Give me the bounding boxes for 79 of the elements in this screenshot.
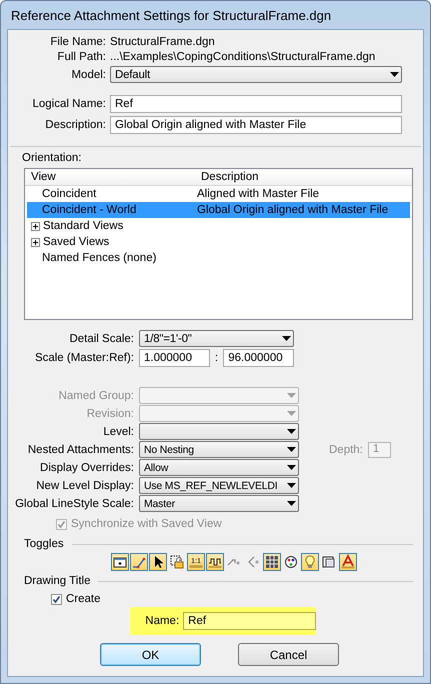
field-label: Description:	[44, 119, 106, 131]
list-row[interactable]: Named Fences (none)	[27, 250, 410, 266]
view-description: Global Origin aligned with Master File	[197, 204, 390, 216]
field-label: Nested Attachments:	[26, 444, 134, 456]
input-field[interactable]: Ref	[110, 95, 402, 113]
field-label: Scale (Master:Ref):	[34, 352, 134, 364]
section-label: Drawing Title	[24, 575, 90, 587]
grid-icon	[264, 554, 280, 570]
caret-icon	[287, 447, 296, 452]
setting-dropdown[interactable]	[139, 423, 299, 440]
scale-dropdown[interactable]: 1/8"=1'-0"	[139, 330, 294, 347]
checkbox[interactable]	[51, 594, 62, 604]
caret-icon	[390, 72, 399, 77]
caret-icon	[287, 483, 296, 488]
caret-icon	[287, 393, 296, 398]
field-value: StructuralFrame.dgn	[110, 36, 216, 48]
column-header[interactable]: Description	[195, 171, 412, 183]
checkbox-label: Synchronize with Saved View	[71, 518, 222, 530]
field-label: File Name:	[49, 36, 106, 48]
input-field[interactable]: 96.000000	[223, 349, 294, 367]
field-label: Full Path:	[56, 51, 106, 63]
view-name: Named Fences (none)	[41, 252, 158, 264]
model-dropdown[interactable]: Default	[110, 66, 402, 83]
toggle-button[interactable]	[339, 553, 357, 571]
setting-dropdown[interactable]: Allow	[139, 459, 299, 476]
field-label: Model:	[70, 68, 106, 80]
dialog-button[interactable]: Cancel	[238, 643, 339, 666]
input-field[interactable]: Global Origin aligned with Master File	[110, 116, 402, 134]
input-field[interactable]: 1.000000	[139, 349, 210, 367]
field-label: Depth:	[329, 444, 363, 456]
view-name: Coincident - World	[41, 204, 138, 216]
caret-icon	[287, 501, 296, 506]
field-label: Global LineStyle Scale:	[14, 498, 134, 510]
field-value: ...\Examples\CopingConditions\StructuralFrame.dgn	[110, 51, 376, 63]
palette-icon	[283, 554, 299, 570]
toggle-button[interactable]	[168, 553, 186, 571]
field-label: Revision:	[86, 408, 134, 420]
toggle-button[interactable]	[149, 553, 167, 571]
toggle-button[interactable]	[263, 553, 281, 571]
toggle-button[interactable]	[282, 553, 300, 571]
expand-icon[interactable]	[31, 238, 40, 246]
column-header[interactable]: View	[25, 171, 195, 183]
field-label: Detail Scale:	[68, 332, 134, 344]
ratio-separator: :	[214, 352, 220, 364]
section-label: Orientation:	[22, 152, 82, 164]
field-label: Level:	[102, 426, 134, 438]
setting-dropdown[interactable]: Master	[139, 495, 299, 512]
field-label: Name:	[144, 615, 180, 627]
toggle-button[interactable]	[206, 553, 224, 571]
field-label: Named Group:	[58, 390, 134, 402]
toggle-button[interactable]	[130, 553, 148, 571]
window-icon	[321, 554, 337, 570]
caret-icon	[287, 465, 296, 470]
input-field[interactable]: Ref	[183, 612, 316, 630]
expand-icon[interactable]	[31, 222, 40, 230]
caret-icon	[282, 336, 291, 341]
lock-icon	[169, 554, 185, 570]
field-label: Display Overrides:	[39, 462, 134, 474]
caret-icon	[287, 411, 296, 416]
list-row[interactable]: Saved Views	[27, 234, 410, 250]
list-row[interactable]: Standard Views	[27, 218, 410, 234]
view-name: Standard Views	[43, 220, 124, 232]
toggle-button[interactable]	[301, 553, 319, 571]
field-label: New Level Display:	[35, 480, 134, 492]
letter-icon	[340, 554, 356, 570]
dialog-button[interactable]: OK	[100, 643, 201, 666]
window-title: Reference Attachment Settings for StructuralFrame.dgn	[11, 8, 332, 22]
toggle-button[interactable]	[111, 553, 129, 571]
checkbox-label: Create	[66, 593, 101, 605]
caret-icon	[287, 429, 296, 434]
field-label: Logical Name:	[31, 98, 106, 110]
view-description: Aligned with Master File	[197, 188, 320, 200]
view-name: Saved Views	[43, 236, 110, 248]
section-label: Toggles	[24, 538, 64, 550]
setting-dropdown[interactable]: Use MS_REF_NEWLEVELDI	[139, 477, 299, 494]
view-name: Coincident	[41, 188, 98, 200]
list-row[interactable]: Coincident - World Global Origin aligned with Master File	[27, 202, 410, 218]
setting-dropdown[interactable]: No Nesting	[139, 441, 299, 458]
list-row[interactable]: Coincident Aligned with Master File	[27, 186, 410, 202]
